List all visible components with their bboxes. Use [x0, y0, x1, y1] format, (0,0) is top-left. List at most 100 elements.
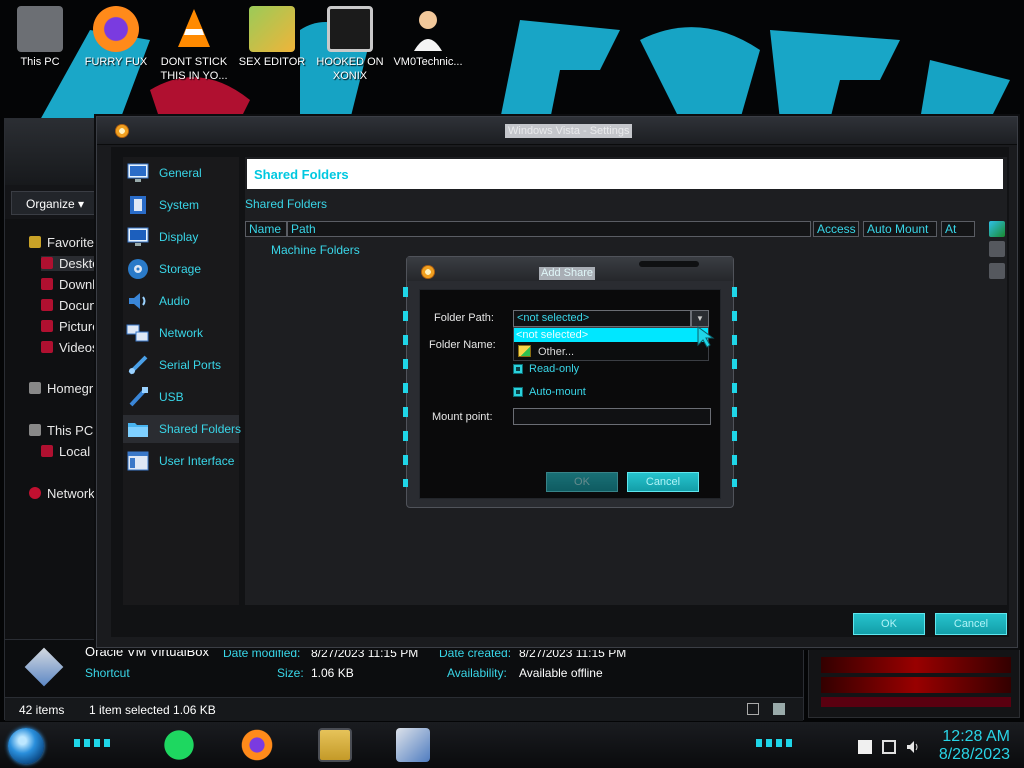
- flag-icon[interactable]: [858, 740, 872, 754]
- sidebar-item-storage[interactable]: Storage: [123, 255, 239, 283]
- taskbar: 12:28 AM 8/28/2023: [0, 722, 1024, 768]
- mount-point-label: Mount point:: [432, 411, 493, 423]
- firefox-icon[interactable]: [240, 728, 274, 762]
- selection-info: 1 item selected 1.06 KB: [89, 703, 216, 717]
- nav-pictures[interactable]: Picture: [41, 319, 99, 334]
- desktop-icon-firefox[interactable]: FURRY FUX: [78, 6, 154, 69]
- sidebar-item-usb[interactable]: USB: [123, 383, 239, 411]
- nav-desktop[interactable]: Deskto: [41, 256, 100, 271]
- file-explorer-icon[interactable]: [318, 728, 352, 762]
- network-globe-icon: [29, 487, 41, 499]
- dialog-glow-right: [732, 287, 737, 487]
- clock-date: 8/28/2023: [938, 746, 1010, 763]
- dialog-body: Folder Path: <not selected> ▼ Folder Nam…: [419, 289, 721, 499]
- explorer-nav-pane: Favorite Deskto Downl Docun Picture Vide…: [5, 219, 101, 639]
- nav-homegroup[interactable]: Homegr: [29, 381, 93, 396]
- document-icon: [41, 299, 53, 311]
- dialog-titlebar-handle: [639, 261, 699, 267]
- drive-icon: [41, 445, 53, 457]
- dialog-cancel-button[interactable]: Cancel: [627, 472, 699, 492]
- desktop-icon-this-pc[interactable]: This PC: [2, 6, 78, 69]
- doctor-icon: [405, 6, 451, 52]
- gear-icon: [115, 124, 129, 138]
- speaker-icon: [129, 293, 146, 309]
- network-tray-icon[interactable]: [882, 740, 896, 754]
- sidebar-item-network[interactable]: Network: [123, 319, 239, 347]
- nav-videos[interactable]: Videos: [41, 340, 99, 355]
- clock-time: 12:28 AM: [942, 728, 1010, 745]
- sidebar-item-display[interactable]: Display: [123, 223, 239, 251]
- virtualbox-icon[interactable]: [396, 728, 430, 762]
- taskbar-glow-right: [756, 739, 796, 747]
- nav-favorites[interactable]: Favorite: [29, 235, 94, 250]
- page-header: Shared Folders: [247, 159, 1003, 189]
- folder-name-label: Folder Name:: [429, 339, 496, 351]
- start-button[interactable]: [8, 728, 44, 764]
- desktop-icon-hxd[interactable]: SEX EDITOR: [234, 6, 310, 69]
- sidebar-item-user-interface[interactable]: User Interface: [123, 447, 239, 475]
- edit-folder-icon[interactable]: [989, 241, 1005, 257]
- settings-titlebar[interactable]: Windows Vista - Settings: [97, 117, 1017, 145]
- sidebar-item-general[interactable]: General: [123, 159, 239, 187]
- mount-point-input[interactable]: [513, 408, 711, 425]
- dropdown-option-other[interactable]: Other...: [538, 346, 574, 358]
- computer-icon: [29, 424, 41, 436]
- automount-label: Auto-mount: [529, 386, 586, 398]
- sidebar-item-system[interactable]: System: [123, 191, 239, 219]
- nav-downloads[interactable]: Downl: [41, 277, 95, 292]
- cancel-button[interactable]: Cancel: [935, 613, 1007, 635]
- firefox-icon: [93, 6, 139, 52]
- xonix-icon: [327, 6, 373, 52]
- tree-row-machine-folders[interactable]: Machine Folders: [271, 243, 360, 257]
- desktop-icon-vlc[interactable]: DONT STICK THIS IN YO...: [156, 6, 232, 83]
- ok-button[interactable]: OK: [853, 613, 925, 635]
- sidebar-item-audio[interactable]: Audio: [123, 287, 239, 315]
- section-label: Shared Folders: [245, 197, 328, 211]
- item-count: 42 items: [19, 703, 65, 717]
- page-title: Shared Folders: [254, 167, 349, 182]
- gear-icon: [421, 265, 435, 279]
- dialog-title: Add Share: [539, 267, 595, 280]
- folder-path-dropdown-list: <not selected> Other...: [513, 327, 709, 361]
- readonly-label: Read-only: [529, 363, 580, 375]
- sidebar-item-shared-folders[interactable]: Shared Folders: [123, 415, 241, 443]
- dropdown-option-not-selected[interactable]: <not selected>: [514, 328, 708, 342]
- spotify-icon[interactable]: [162, 728, 196, 762]
- dialog-glow-left: [403, 287, 408, 487]
- desktop-icon-vm0technic[interactable]: VM0Technic...: [390, 6, 466, 69]
- display-icon: [127, 227, 149, 246]
- column-header-auto-mount[interactable]: Auto Mount: [863, 221, 937, 237]
- large-icons-view-icon[interactable]: [773, 703, 785, 715]
- readonly-checkbox[interactable]: [513, 364, 523, 374]
- column-header-name[interactable]: Name: [245, 221, 287, 237]
- add-folder-icon[interactable]: [989, 221, 1005, 237]
- taskbar-clock[interactable]: 12:28 AM 8/28/2023: [939, 728, 1010, 764]
- dialog-ok-button[interactable]: OK: [546, 472, 618, 492]
- dialog-titlebar[interactable]: Add Share: [407, 257, 733, 281]
- automount-checkbox[interactable]: [513, 387, 523, 397]
- sidebar-item-serial-ports[interactable]: Serial Ports: [123, 351, 239, 379]
- add-share-dialog: Add Share Folder Path: <not selected> ▼ …: [403, 256, 737, 508]
- homegroup-icon: [29, 382, 41, 394]
- nav-documents[interactable]: Docun: [41, 298, 97, 313]
- nav-this-pc[interactable]: This PC: [29, 423, 93, 438]
- details-view-icon[interactable]: [747, 703, 759, 715]
- monitor-icon: [127, 163, 149, 182]
- desktop-icon-xonix[interactable]: HOOKED ON XONIX: [312, 6, 388, 83]
- serial-port-icon: [128, 355, 148, 375]
- column-header-path[interactable]: Path: [287, 221, 811, 237]
- column-header-at[interactable]: At: [941, 221, 975, 237]
- window-icon: [127, 451, 149, 471]
- nav-local-disk[interactable]: Local: [41, 444, 90, 459]
- pictures-icon: [41, 320, 53, 332]
- vlc-icon: [171, 6, 217, 52]
- remove-folder-icon[interactable]: [989, 263, 1005, 279]
- desktop-icon: [41, 257, 53, 269]
- organize-button[interactable]: Organize ▾: [11, 191, 95, 215]
- folder-path-label: Folder Path:: [434, 312, 494, 324]
- volume-icon[interactable]: [906, 740, 920, 754]
- column-header-access[interactable]: Access: [813, 221, 859, 237]
- folder-path-combo[interactable]: <not selected>: [513, 310, 691, 327]
- details-pane: Oracle VM VirtualBox Shortcut Date modif…: [5, 639, 803, 699]
- nav-network[interactable]: Network: [29, 486, 95, 501]
